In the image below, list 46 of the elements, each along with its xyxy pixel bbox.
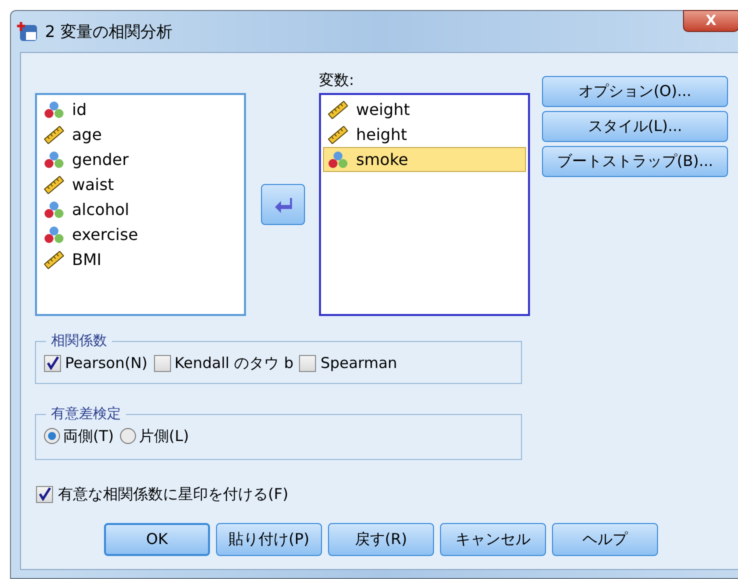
app-icon: [17, 20, 39, 42]
variable-item[interactable]: height: [323, 122, 526, 147]
dialog-button[interactable]: キャンセル: [440, 522, 546, 556]
variable-list[interactable]: weight height smoke: [319, 93, 530, 316]
circles-icon: [328, 150, 348, 168]
list-label: 変数:: [319, 70, 356, 91]
move-button[interactable]: [260, 184, 304, 225]
dialog-button[interactable]: 貼り付け(P): [216, 522, 322, 556]
variable-item[interactable]: weight: [323, 97, 526, 122]
variable-item[interactable]: alcohol: [39, 197, 242, 222]
dialog-button[interactable]: ヘルプ: [552, 522, 658, 556]
variable-item[interactable]: id: [39, 97, 242, 122]
variable-item[interactable]: waist: [39, 172, 242, 197]
side-button[interactable]: ブートストラップ(B)...: [542, 146, 728, 177]
checkbox-label: Kendall のタウ b: [174, 353, 294, 374]
variable-item[interactable]: age: [39, 122, 242, 147]
radio-label: 両側(T): [63, 426, 114, 447]
checkbox[interactable]: [299, 354, 316, 372]
group-title: 有意差検定: [50, 405, 122, 424]
circles-icon: [44, 200, 64, 218]
side-button[interactable]: スタイル(L)...: [542, 111, 728, 142]
checkbox-label: 有意な相関係数に星印を付ける(F): [58, 484, 288, 505]
checkbox[interactable]: [154, 354, 171, 372]
return-arrow-icon: [274, 196, 292, 212]
side-button[interactable]: オプション(O)...: [542, 76, 728, 107]
dialog-button[interactable]: 戻す(R): [328, 522, 434, 556]
checkbox-label: Pearson(N): [65, 353, 148, 374]
circles-icon: [44, 100, 64, 118]
circles-icon: [44, 226, 64, 244]
checkbox[interactable]: [36, 486, 53, 503]
radio-button[interactable]: [120, 428, 136, 444]
variable-item[interactable]: BMI: [39, 247, 242, 272]
variable-item[interactable]: smoke: [323, 147, 526, 172]
checkbox[interactable]: [44, 354, 61, 372]
dialog-button[interactable]: OK: [104, 522, 210, 556]
radio-button[interactable]: [44, 428, 60, 444]
radio-label: 片側(L): [138, 426, 189, 447]
checkmark-icon: [38, 487, 52, 502]
variable-list[interactable]: id age gender waist alcohol exercise BMI: [35, 93, 246, 316]
circles-icon: [44, 150, 64, 168]
group-title: 相関係数: [50, 332, 108, 351]
checkmark-icon: [46, 356, 60, 370]
window-title: 2 変量の相関分析: [45, 20, 172, 42]
variable-item[interactable]: exercise: [39, 222, 242, 247]
variable-item[interactable]: gender: [39, 147, 242, 172]
checkbox-label: Spearman: [320, 353, 398, 374]
